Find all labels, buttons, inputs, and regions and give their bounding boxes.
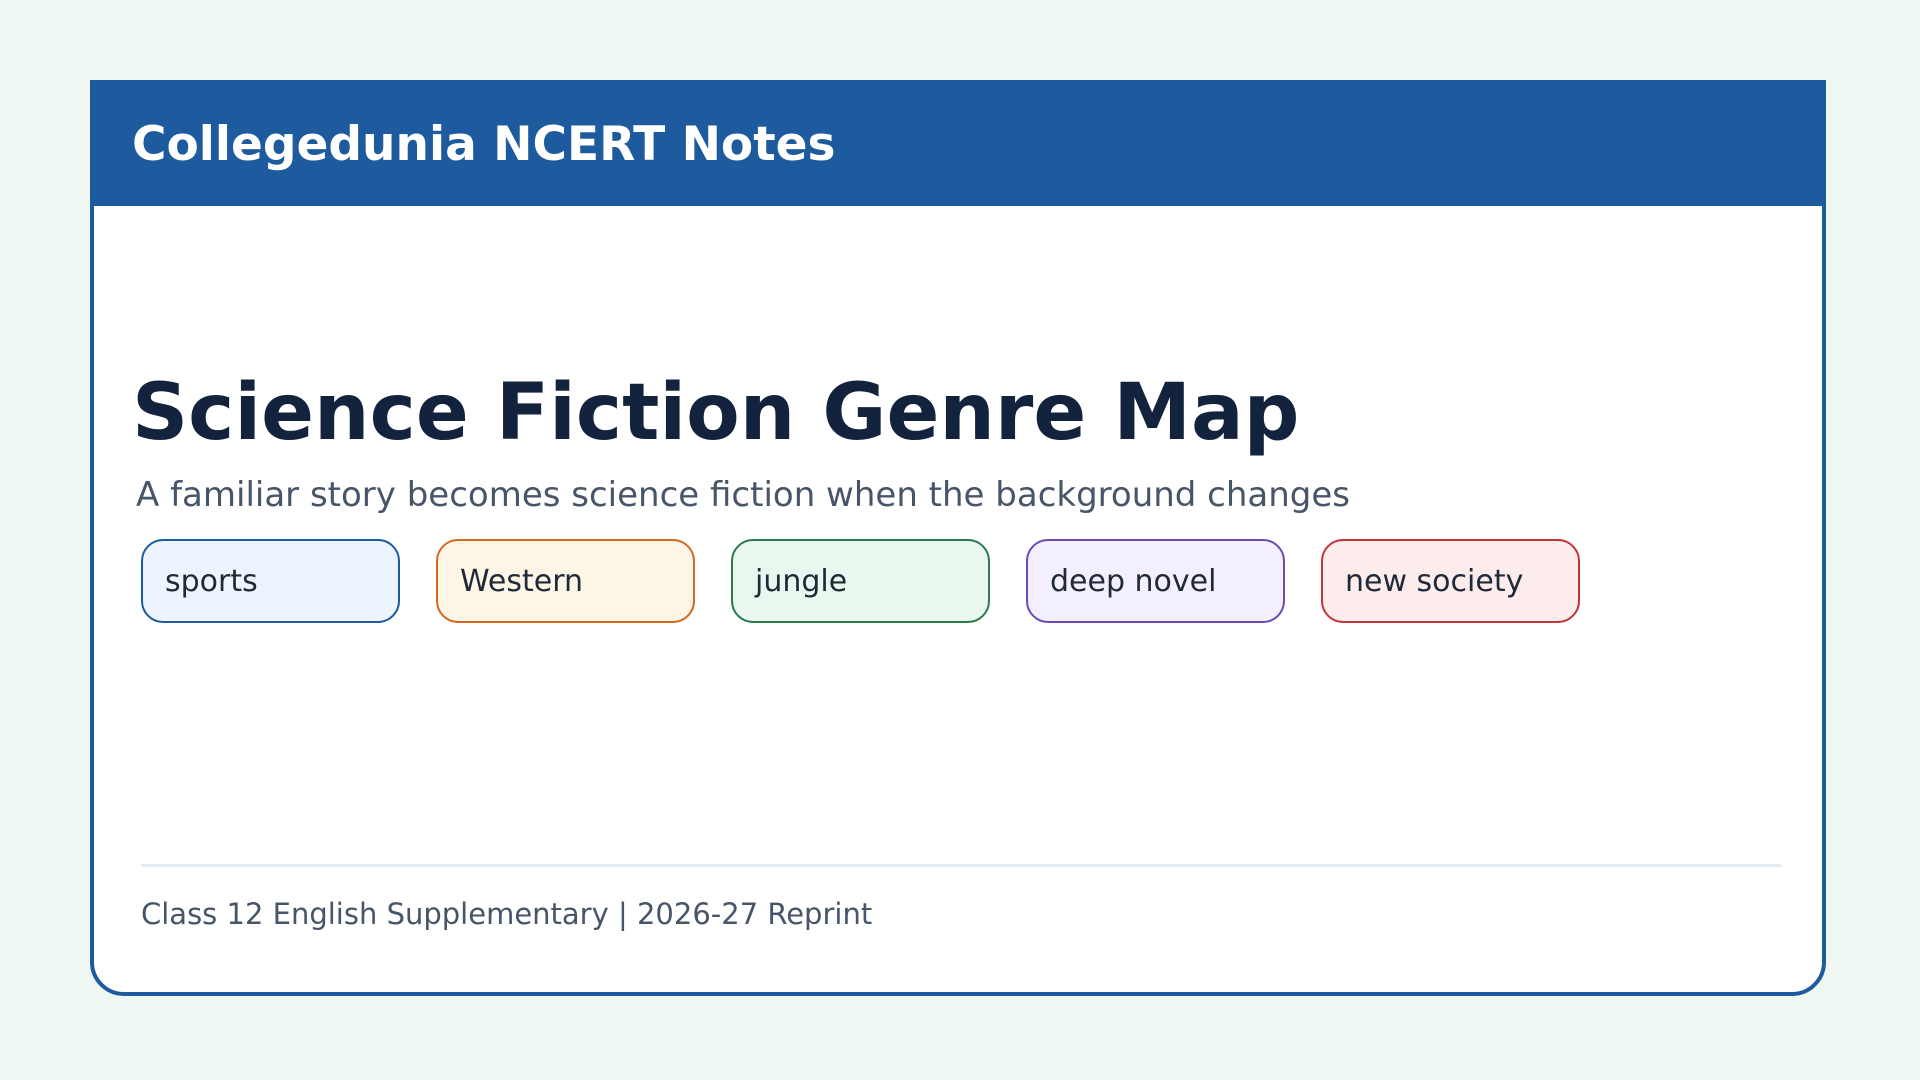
header-bar: Collegedunia NCERT Notes (94, 84, 1822, 206)
footer-caption: Class 12 English Supplementary | 2026-27… (141, 897, 873, 931)
genre-tag-list: sports Western jungle deep novel new soc… (141, 539, 1641, 625)
genre-tag-deep-novel: deep novel (1026, 539, 1285, 623)
genre-tag-western: Western (436, 539, 695, 623)
notes-card: Collegedunia NCERT Notes Science Fiction… (90, 80, 1826, 996)
genre-tag-sports: sports (141, 539, 400, 623)
page-title: Science Fiction Genre Map (132, 368, 1300, 458)
genre-tag-new-society: new society (1321, 539, 1580, 623)
page-subtitle: A familiar story becomes science fiction… (136, 475, 1351, 515)
genre-tag-jungle: jungle (731, 539, 990, 623)
brand-title: Collegedunia NCERT Notes (132, 117, 836, 172)
footer-divider (141, 864, 1782, 867)
